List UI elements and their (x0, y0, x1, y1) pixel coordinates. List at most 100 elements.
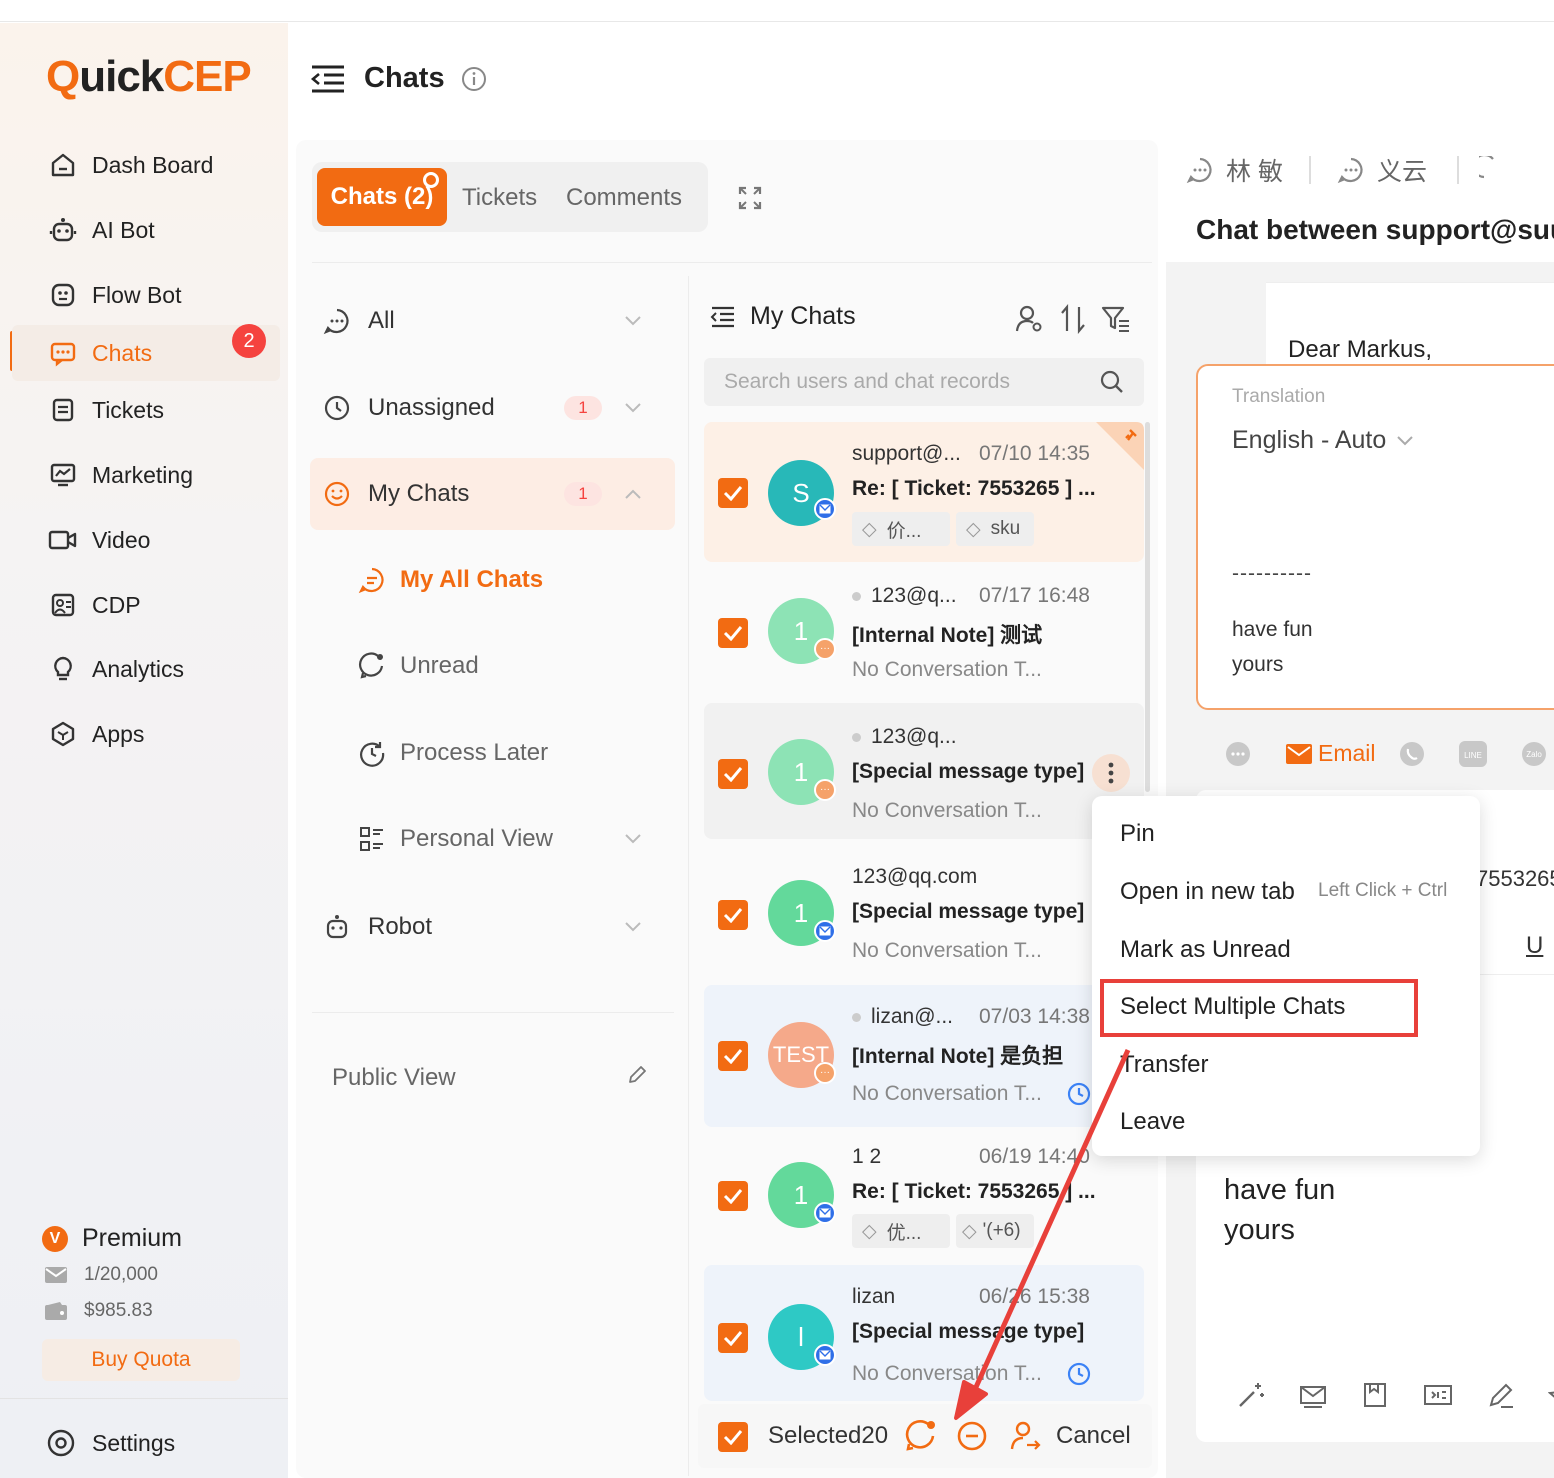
menu-item-open-new-tab[interactable]: Open in new tab (1120, 878, 1295, 906)
zalo-icon[interactable]: Zalo (1520, 740, 1548, 768)
template-icon[interactable] (1298, 1380, 1328, 1410)
status-dot (852, 591, 861, 601)
ai-magic-wand-icon[interactable] (1236, 1380, 1266, 1410)
menu-item-leave[interactable]: Leave (1120, 1108, 1185, 1136)
subview-personal-view[interactable]: Personal View (358, 825, 674, 853)
sidebar-item-label: Video (92, 526, 151, 553)
sidebar-item-dashboard[interactable]: Dash Board (12, 137, 280, 193)
chat-card[interactable]: l lizan 06/26 15:38 [Special message typ… (704, 1265, 1144, 1401)
menu-item-pin[interactable]: Pin (1120, 820, 1155, 848)
collapse-list-icon[interactable] (710, 306, 736, 328)
filter-icon[interactable] (1100, 304, 1132, 334)
translation-language-select[interactable]: English - Auto (1232, 426, 1414, 455)
sort-icon[interactable] (1060, 304, 1086, 334)
coupon-icon[interactable] (1422, 1380, 1454, 1410)
tab-comments[interactable]: Comments (566, 184, 682, 212)
star-icon[interactable] (1548, 1380, 1554, 1410)
chat-preview: No Conversation T... (852, 1362, 1042, 1385)
livechat-channel-icon[interactable] (1224, 740, 1252, 768)
view-robot[interactable]: Robot (322, 892, 672, 962)
checkbox-checked[interactable] (718, 478, 748, 508)
knowledge-base-icon[interactable] (1360, 1380, 1390, 1410)
email-channel-label: Email (1318, 740, 1376, 766)
chat-list-scrollbar[interactable] (1145, 422, 1150, 792)
chat-card[interactable]: TEST ··· lizan@... 07/03 14:38 [Internal… (704, 985, 1144, 1127)
close-chat-icon[interactable] (955, 1419, 989, 1453)
robot-icon (322, 913, 352, 941)
chat-tag: ◇ '(+6) (956, 1214, 1034, 1248)
cdp-icon (48, 590, 78, 620)
tab-tickets[interactable]: Tickets (462, 184, 537, 212)
smile-icon (322, 480, 352, 508)
chat-tab[interactable]: 林 敏 (1186, 152, 1283, 188)
checkbox-checked[interactable] (718, 1323, 748, 1353)
more-options-button[interactable] (1092, 754, 1130, 792)
assign-user-icon[interactable] (1014, 304, 1044, 334)
sidebar-item-analytics[interactable]: Analytics (12, 641, 280, 697)
chat-card[interactable]: 1 ··· 123@q... 07/17 16:48 [Internal Not… (704, 562, 1144, 698)
signature-pen-icon[interactable] (1486, 1380, 1516, 1410)
settings-button[interactable]: Settings (46, 1428, 175, 1458)
select-all-checkbox[interactable] (718, 1422, 748, 1452)
checkbox-checked[interactable] (718, 1041, 748, 1071)
email-channel-tab[interactable]: Email (1286, 740, 1376, 767)
cancel-selection-button[interactable]: Cancel (1056, 1422, 1131, 1450)
chevron-down-icon[interactable] (624, 833, 642, 845)
edit-pencil-icon[interactable] (626, 1064, 648, 1086)
chat-card[interactable]: 1 123@qq.com [Special message type] No C… (704, 844, 1144, 980)
menu-item-transfer[interactable]: Transfer (1120, 1051, 1208, 1079)
chevron-down-icon[interactable] (624, 315, 642, 327)
sidebar-item-video[interactable]: Video (12, 512, 280, 568)
sidebar-item-apps[interactable]: Apps (12, 706, 280, 762)
search-icon[interactable] (1100, 370, 1124, 394)
tag-icon: ◇ (966, 518, 981, 540)
view-all[interactable]: All (322, 286, 672, 356)
chat-bubble-icon (1337, 156, 1365, 184)
menu-item-mark-unread[interactable]: Mark as Unread (1120, 936, 1291, 964)
chat-card[interactable]: 1 1 2 06/19 14:40 Re: [ Ticket: 7553265 … (704, 1127, 1144, 1265)
flow-bot-icon (48, 280, 78, 310)
sidebar-item-marketing[interactable]: Marketing (12, 447, 280, 503)
list-divider (688, 276, 689, 1476)
transfer-user-icon[interactable] (1008, 1419, 1042, 1453)
subview-my-all-chats[interactable]: My All Chats (358, 566, 543, 594)
subview-process-later[interactable]: Process Later (358, 739, 548, 767)
sidebar-item-tickets[interactable]: Tickets (12, 382, 280, 438)
mark-unread-icon[interactable] (904, 1419, 938, 1453)
chevron-up-icon[interactable] (624, 488, 642, 500)
public-view-heading: Public View (332, 1064, 456, 1091)
view-unassigned[interactable]: Unassigned 1 (322, 373, 672, 443)
pin-corner-icon (1096, 422, 1144, 470)
chevron-down-icon[interactable] (624, 921, 642, 933)
underline-format-button[interactable]: U (1526, 932, 1543, 960)
wallet-icon (44, 1301, 68, 1321)
sidebar-item-ai-bot[interactable]: AI Bot (12, 202, 280, 258)
sidebar-item-label: Dash Board (92, 151, 214, 178)
whatsapp-icon[interactable] (1398, 740, 1426, 768)
chat-search-input[interactable]: Search users and chat records (704, 358, 1144, 406)
line-icon[interactable]: LINE (1458, 740, 1488, 768)
chat-list-header: My Chats (710, 302, 856, 331)
subview-unread[interactable]: Unread (358, 652, 479, 680)
checkbox-checked[interactable] (718, 618, 748, 648)
chat-card[interactable]: 1 ··· 123@q... [Special message type] No… (704, 703, 1144, 839)
checkbox-checked[interactable] (718, 900, 748, 930)
chevron-down-icon[interactable] (624, 402, 642, 414)
expand-icon[interactable] (736, 184, 764, 212)
sidebar-item-label: Apps (92, 720, 145, 747)
menu-collapse-icon[interactable] (310, 63, 346, 95)
buy-quota-button[interactable]: Buy Quota (42, 1339, 240, 1381)
view-my-chats[interactable]: My Chats 1 (322, 459, 672, 529)
chat-subject: Re: [ Ticket: 7553265 ] ... (852, 477, 1096, 500)
quickcep-logo[interactable]: QuickCEP (46, 52, 252, 102)
info-icon[interactable] (461, 66, 487, 92)
checkbox-checked[interactable] (718, 1181, 748, 1211)
checkbox-checked[interactable] (718, 759, 748, 789)
sidebar-item-flow-bot[interactable]: Flow Bot (12, 267, 280, 323)
subview-label: My All Chats (400, 566, 544, 593)
chat-bubble-icon[interactable] (1478, 156, 1503, 184)
chat-card[interactable]: S support@... 07/10 14:35 Re: [ Ticket: … (704, 422, 1144, 562)
chat-tab[interactable]: 义云 (1337, 152, 1427, 188)
sidebar-item-cdp[interactable]: CDP (12, 577, 280, 633)
marketing-icon (48, 460, 78, 490)
